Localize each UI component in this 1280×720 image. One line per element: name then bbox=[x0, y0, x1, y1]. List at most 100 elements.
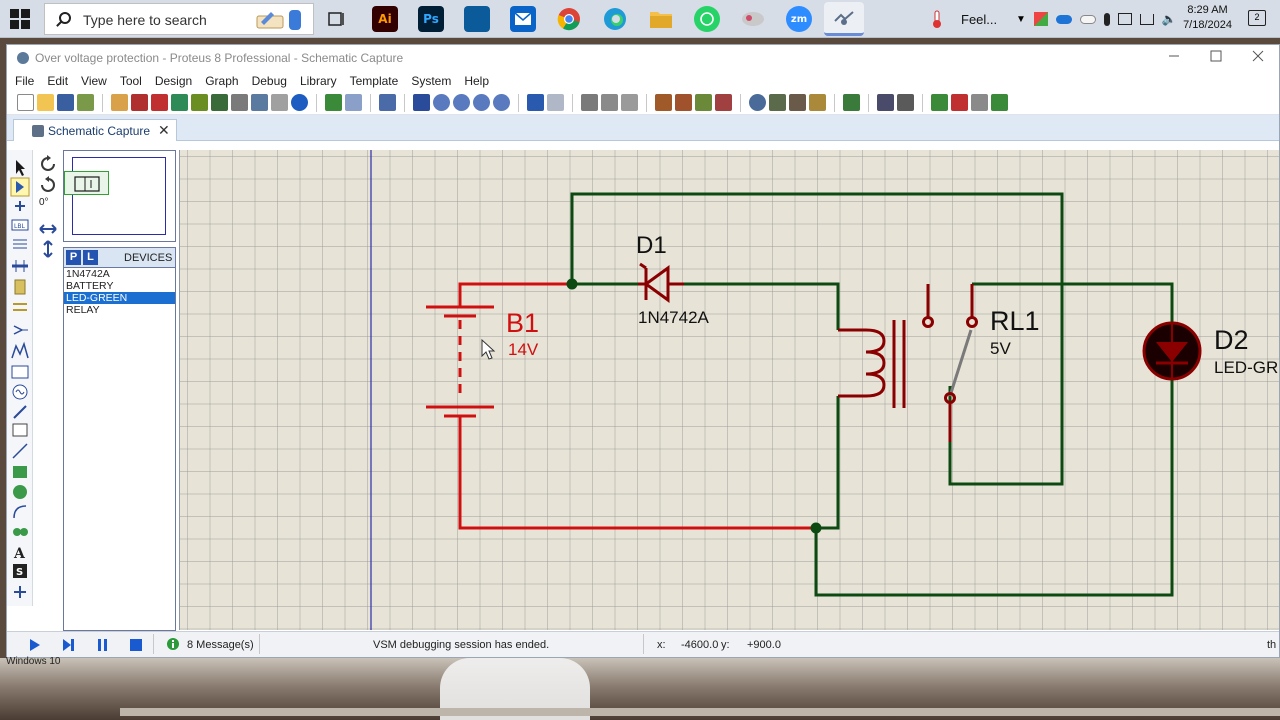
overview-window[interactable] bbox=[63, 150, 176, 242]
folder-icon[interactable] bbox=[648, 6, 674, 32]
onedrive-icon[interactable] bbox=[1055, 14, 1072, 24]
notification-icon[interactable]: 2 bbox=[1248, 10, 1266, 26]
menu-file[interactable]: File bbox=[15, 74, 34, 88]
path-tool-icon[interactable] bbox=[13, 528, 28, 536]
device-pins-icon[interactable] bbox=[13, 325, 28, 335]
wire-label-icon[interactable]: LBL bbox=[11, 219, 29, 231]
menu-tool[interactable]: Tool bbox=[120, 74, 142, 88]
chevron-up-icon[interactable]: ▼ bbox=[1016, 14, 1026, 25]
tape-recorder-icon[interactable] bbox=[11, 365, 29, 379]
battery-b1[interactable] bbox=[426, 305, 494, 428]
menu-view[interactable]: View bbox=[81, 74, 107, 88]
goto-sheet-icon[interactable] bbox=[971, 94, 988, 111]
grid-icon[interactable] bbox=[345, 94, 362, 111]
edge-icon[interactable] bbox=[602, 6, 628, 32]
zoom-area-icon[interactable] bbox=[493, 94, 510, 111]
remove-sheet-icon[interactable] bbox=[951, 94, 968, 111]
maximize-button[interactable] bbox=[1209, 49, 1223, 63]
origin-icon[interactable] bbox=[379, 94, 396, 111]
zoom-in-icon[interactable] bbox=[433, 94, 450, 111]
rotate-anticlockwise-icon[interactable] bbox=[41, 176, 55, 192]
menu-template[interactable]: Template bbox=[350, 74, 399, 88]
tray-app-icon[interactable] bbox=[1033, 12, 1048, 26]
weather-widget[interactable]: Feel... bbox=[930, 0, 997, 38]
zoom-all-icon[interactable] bbox=[473, 94, 490, 111]
line-tool-icon[interactable] bbox=[12, 443, 28, 459]
marker-tool-icon[interactable] bbox=[14, 586, 26, 598]
virtual-instrument-icon[interactable] bbox=[12, 423, 28, 437]
gerber-icon[interactable] bbox=[191, 94, 208, 111]
close-tab-icon[interactable]: ✕ bbox=[158, 122, 170, 139]
device-list-item[interactable]: 1N4742A bbox=[64, 268, 175, 280]
flip-horizontal-icon[interactable] bbox=[39, 224, 57, 234]
menu-debug[interactable]: Debug bbox=[252, 74, 287, 88]
bus-icon[interactable] bbox=[12, 260, 28, 272]
block-rotate-icon[interactable] bbox=[695, 94, 712, 111]
home-icon[interactable] bbox=[111, 94, 128, 111]
volume-icon[interactable]: 🔈 bbox=[1162, 12, 1177, 26]
whatsapp-icon[interactable] bbox=[694, 6, 720, 32]
menu-library[interactable]: Library bbox=[300, 74, 337, 88]
misc-app-icon[interactable] bbox=[740, 6, 766, 32]
subcircuit-icon[interactable] bbox=[14, 279, 26, 295]
decompose-icon[interactable] bbox=[809, 94, 826, 111]
zener-diode-d1[interactable] bbox=[638, 262, 684, 303]
text-tool-icon[interactable]: A bbox=[13, 546, 26, 562]
proteus-taskbar-icon[interactable] bbox=[824, 2, 864, 36]
symbol-tool-icon[interactable]: S bbox=[13, 564, 27, 578]
play-icon[interactable] bbox=[27, 638, 41, 652]
help-icon[interactable] bbox=[291, 94, 308, 111]
windows-start-icon[interactable] bbox=[10, 9, 30, 29]
step-icon[interactable] bbox=[61, 638, 75, 652]
device-list-item[interactable]: BATTERY bbox=[64, 280, 175, 292]
selection-mode-icon[interactable] bbox=[16, 160, 25, 176]
redo-icon[interactable] bbox=[547, 94, 564, 111]
network-icon[interactable] bbox=[1139, 13, 1154, 25]
zoom-icon[interactable]: zm bbox=[786, 6, 812, 32]
pause-icon[interactable] bbox=[95, 638, 109, 652]
led-d2[interactable] bbox=[1142, 321, 1202, 381]
cut-icon[interactable] bbox=[581, 94, 598, 111]
copy-icon[interactable] bbox=[601, 94, 618, 111]
design-explorer-icon[interactable] bbox=[231, 94, 248, 111]
schematic-icon[interactable] bbox=[131, 94, 148, 111]
task-view-icon[interactable] bbox=[324, 6, 350, 32]
open-folder-icon[interactable] bbox=[37, 94, 54, 111]
library-manager-button[interactable]: L bbox=[83, 250, 98, 265]
menu-design[interactable]: Design bbox=[155, 74, 192, 88]
make-device-icon[interactable] bbox=[769, 94, 786, 111]
terminals-icon[interactable] bbox=[13, 303, 27, 311]
bom-icon[interactable] bbox=[211, 94, 228, 111]
undo-icon[interactable] bbox=[527, 94, 544, 111]
paste-icon[interactable] bbox=[621, 94, 638, 111]
component-mode-icon[interactable] bbox=[10, 177, 30, 197]
generator-icon[interactable] bbox=[12, 384, 28, 400]
new-sheet-icon[interactable] bbox=[931, 94, 948, 111]
menu-edit[interactable]: Edit bbox=[47, 74, 68, 88]
printer-icon[interactable] bbox=[1117, 13, 1132, 25]
chrome-icon[interactable] bbox=[556, 6, 582, 32]
import-icon[interactable] bbox=[77, 94, 94, 111]
source-code-icon[interactable] bbox=[251, 94, 268, 111]
illustrator-icon[interactable]: Ai bbox=[372, 6, 398, 32]
pick-device-icon[interactable] bbox=[749, 94, 766, 111]
menu-system[interactable]: System bbox=[411, 74, 451, 88]
menu-help[interactable]: Help bbox=[464, 74, 489, 88]
graph-icon[interactable] bbox=[11, 341, 29, 359]
blue-app-icon[interactable] bbox=[464, 6, 490, 32]
pcb-icon[interactable] bbox=[151, 94, 168, 111]
property-tool-icon[interactable] bbox=[897, 94, 914, 111]
refresh-icon[interactable] bbox=[325, 94, 342, 111]
3d-view-icon[interactable] bbox=[171, 94, 188, 111]
menu-graph[interactable]: Graph bbox=[205, 74, 238, 88]
device-list-item[interactable]: RELAY bbox=[64, 304, 175, 316]
new-file-icon[interactable] bbox=[17, 94, 34, 111]
package-tool-icon[interactable] bbox=[789, 94, 806, 111]
flip-vertical-icon[interactable] bbox=[43, 240, 53, 258]
tab-schematic-capture[interactable]: Schematic Capture ✕ bbox=[13, 119, 177, 141]
search-tag-icon[interactable] bbox=[877, 94, 894, 111]
text-script-icon[interactable] bbox=[13, 239, 27, 249]
save-icon[interactable] bbox=[57, 94, 74, 111]
box-tool-icon[interactable] bbox=[13, 466, 27, 478]
messages-count[interactable]: 8 Message(s) bbox=[187, 639, 254, 651]
